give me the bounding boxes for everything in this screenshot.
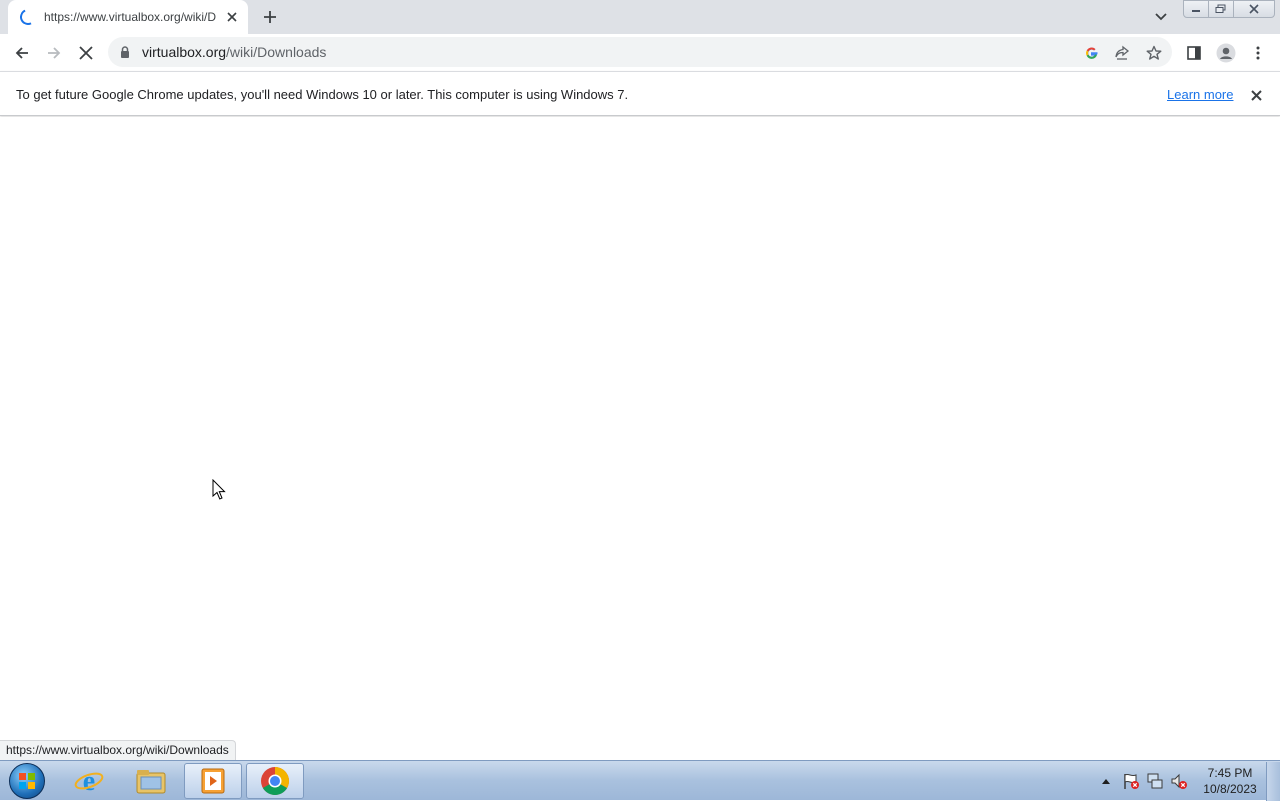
infobar-message: To get future Google Chrome updates, you…	[16, 87, 629, 102]
chrome-icon	[261, 767, 289, 795]
tray-volume[interactable]	[1168, 761, 1190, 801]
loading-spinner-icon	[17, 6, 39, 28]
share-button[interactable]	[1108, 39, 1136, 67]
network-icon	[1147, 773, 1163, 789]
internet-explorer-icon: e	[74, 766, 104, 796]
minimize-icon	[1192, 10, 1200, 12]
tab-strip: https://www.virtualbox.org/wiki/Download…	[0, 0, 1280, 34]
tray-action-center[interactable]	[1120, 761, 1142, 801]
tab-close-button[interactable]	[224, 9, 240, 25]
speaker-muted-icon	[1171, 773, 1187, 789]
svg-text:e: e	[83, 766, 95, 796]
google-lens-button[interactable]	[1078, 39, 1106, 67]
back-arrow-icon	[15, 47, 28, 59]
chevron-up-icon	[1102, 779, 1110, 784]
close-icon	[79, 46, 93, 60]
side-panel-icon	[1187, 46, 1201, 60]
minimize-button[interactable]	[1183, 0, 1209, 18]
stop-loading-button[interactable]	[72, 39, 100, 67]
mouse-cursor-icon	[212, 479, 226, 500]
close-icon	[1250, 89, 1262, 101]
windows-logo-icon	[9, 763, 45, 799]
restore-button[interactable]	[1208, 0, 1234, 18]
tray-clock[interactable]: 7:45 PM 10/8/2023	[1198, 765, 1262, 797]
taskbar: e 7:45 PM 10/8/2023	[0, 760, 1280, 801]
clock-time: 7:45 PM	[1207, 766, 1253, 780]
taskbar-windows-explorer[interactable]	[122, 763, 180, 799]
infobar-close-button[interactable]	[1247, 86, 1265, 104]
clock-date: 10/8/2023	[1203, 782, 1257, 796]
profile-button[interactable]	[1212, 39, 1240, 67]
show-desktop-button[interactable]	[1266, 762, 1280, 801]
taskbar-media-player[interactable]	[184, 763, 242, 799]
start-button[interactable]	[4, 762, 50, 800]
more-vert-icon	[1256, 46, 1260, 60]
chrome-menu-button[interactable]	[1244, 39, 1272, 67]
new-tab-button[interactable]	[258, 5, 282, 29]
restore-icon	[1215, 4, 1226, 13]
status-bubble: https://www.virtualbox.org/wiki/Download…	[0, 740, 236, 760]
window-close-button[interactable]	[1233, 0, 1275, 18]
taskbar-chrome[interactable]	[246, 763, 304, 799]
action-center-flag-icon	[1124, 773, 1139, 789]
learn-more-link[interactable]: Learn more	[1167, 87, 1233, 102]
avatar-icon	[1216, 43, 1236, 63]
share-icon	[1115, 45, 1130, 60]
back-button[interactable]	[8, 39, 36, 67]
update-infobar: To get future Google Chrome updates, you…	[0, 71, 1280, 116]
close-icon	[1249, 4, 1259, 14]
tab-search-button[interactable]	[1150, 6, 1172, 28]
forward-button[interactable]	[40, 39, 68, 67]
media-player-icon	[201, 768, 225, 794]
chevron-down-icon	[1155, 13, 1167, 21]
url-domain: virtualbox.org	[142, 44, 227, 60]
side-panel-button[interactable]	[1180, 39, 1208, 67]
address-text[interactable]: virtualbox.org/wiki/Downloads	[142, 44, 326, 60]
taskbar-internet-explorer[interactable]: e	[60, 763, 118, 799]
page-content[interactable]	[0, 117, 1280, 760]
tab-virtualbox-downloads[interactable]: https://www.virtualbox.org/wiki/Download…	[8, 0, 248, 34]
forward-arrow-icon	[48, 47, 61, 59]
url-path: /wiki/Downloads	[226, 44, 327, 60]
tray-network[interactable]	[1144, 761, 1166, 801]
google-icon	[1086, 47, 1098, 59]
show-hidden-icons-button[interactable]	[1098, 761, 1114, 801]
close-icon	[227, 12, 237, 22]
star-icon	[1146, 45, 1162, 60]
plus-icon	[264, 11, 276, 23]
bookmark-button[interactable]	[1140, 39, 1168, 67]
windows-explorer-icon	[136, 770, 166, 794]
lock-icon[interactable]	[118, 45, 132, 59]
tab-title: https://www.virtualbox.org/wiki/Download…	[44, 10, 216, 24]
